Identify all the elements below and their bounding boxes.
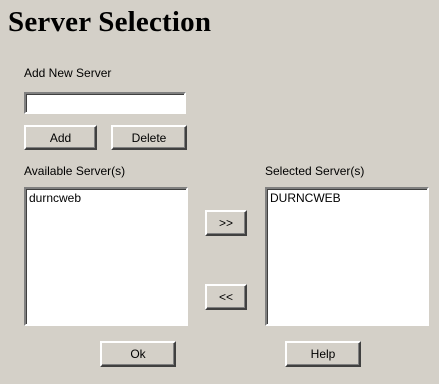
selected-servers-list[interactable]: DURNCWEB bbox=[265, 187, 429, 326]
page-title: Server Selection bbox=[8, 6, 212, 38]
add-server-label: Add New Server bbox=[24, 66, 112, 80]
move-left-button[interactable]: << bbox=[205, 284, 247, 310]
delete-button[interactable]: Delete bbox=[111, 125, 187, 150]
selected-servers-label: Selected Server(s) bbox=[265, 164, 365, 178]
help-button[interactable]: Help bbox=[285, 341, 361, 367]
add-button[interactable]: Add bbox=[24, 125, 97, 150]
list-item[interactable]: durncweb bbox=[26, 189, 186, 205]
available-servers-label: Available Server(s) bbox=[24, 164, 126, 178]
ok-button[interactable]: Ok bbox=[100, 341, 176, 367]
new-server-input[interactable] bbox=[24, 92, 186, 114]
available-servers-list[interactable]: durncweb bbox=[24, 187, 188, 326]
move-right-button[interactable]: >> bbox=[205, 210, 247, 236]
list-item[interactable]: DURNCWEB bbox=[267, 189, 427, 205]
